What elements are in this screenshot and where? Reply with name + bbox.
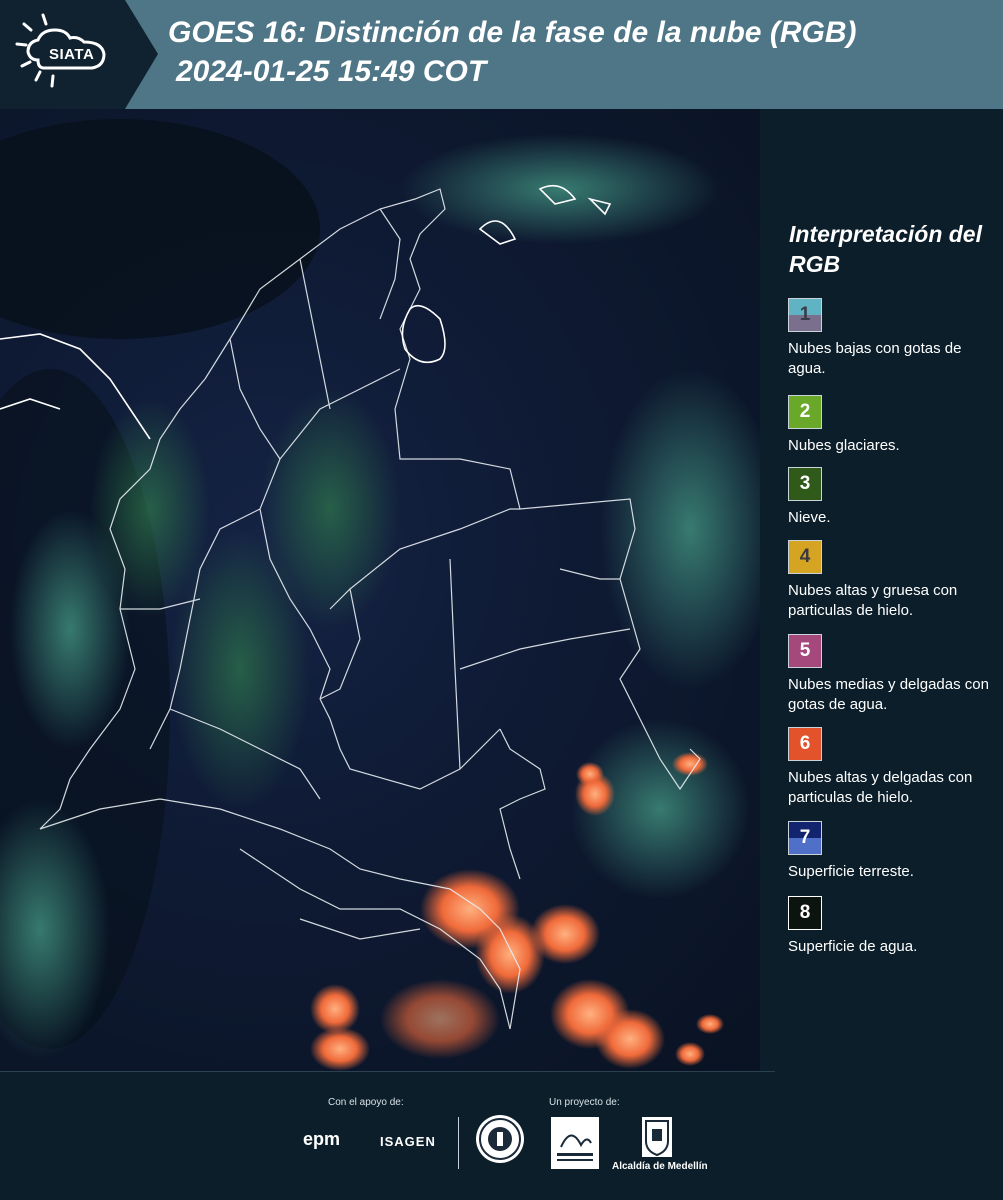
alcaldia-logo-text: Alcaldía de Medellín [612, 1161, 708, 1172]
satellite-map [0, 109, 760, 1071]
legend-number-4: 4 [799, 546, 811, 567]
legend-swatch-1: 1 [788, 298, 822, 332]
footer: Con el apoyo de: Un proyecto de: epm ISA… [0, 1071, 1003, 1200]
legend-label-6: Nubes altas y delgadas con particulas de… [788, 769, 973, 806]
legend-label-7: Superficie terreste. [788, 863, 914, 880]
legend-number-6: 6 [799, 733, 811, 754]
legend-swatch-8: 8 [788, 896, 822, 930]
area-metropolitana-logo [551, 1117, 599, 1169]
project-label: Un proyecto de: [549, 1097, 620, 1108]
legend-number-7: 7 [799, 827, 811, 848]
legend-panel: Interpretación del RGB 1 Nubes bajas con… [760, 109, 1003, 1071]
alcaldia-shield-icon [642, 1117, 672, 1157]
legend-label-8: Superficie de agua. [788, 938, 918, 955]
legend-item-3: 3 Nieve. [788, 467, 998, 528]
legend-label-2: Nubes glaciares. [788, 437, 900, 454]
page-timestamp: 2024-01-25 15:49 COT [176, 55, 487, 88]
logo-divider [458, 1117, 459, 1169]
map-graphic [0, 109, 760, 1071]
epm-logo: epm [303, 1129, 341, 1149]
legend-item-8: 8 Superficie de agua. [788, 896, 998, 957]
legend-item-1: 1 Nubes bajas con gotas de agua. [788, 298, 998, 379]
footer-divider [0, 1071, 775, 1072]
isagen-logo: ISAGEN [380, 1134, 436, 1149]
legend-item-6: 6 Nubes altas y delgadas con particulas … [788, 727, 998, 808]
legend-number-8: 8 [799, 902, 811, 923]
university-seal-logo [476, 1115, 524, 1163]
legend-label-4: Nubes altas y gruesa con particulas de h… [788, 582, 958, 619]
legend-number-1: 1 [799, 304, 811, 325]
legend-label-5: Nubes medias y delgadas con gotas de agu… [788, 676, 989, 713]
header-bar: SIATA GOES 16: Distinción de la fase de … [0, 0, 1003, 109]
legend-swatch-4: 4 [788, 540, 822, 574]
legend-swatch-6: 6 [788, 727, 822, 761]
legend-swatch-3: 3 [788, 467, 822, 501]
legend-label-3: Nieve. [788, 509, 831, 526]
legend-swatch-7: 7 [788, 821, 822, 855]
legend-title: Interpretación del RGB [789, 221, 982, 277]
legend-item-5: 5 Nubes medias y delgadas con gotas de a… [788, 634, 998, 715]
legend-number-5: 5 [799, 640, 811, 661]
legend-label-1: Nubes bajas con gotas de agua. [788, 340, 962, 377]
legend-item-2: 2 Nubes glaciares. [788, 395, 998, 456]
legend-item-7: 7 Superficie terreste. [788, 821, 998, 882]
siata-logo-text: SIATA [49, 46, 95, 63]
legend-number-3: 3 [799, 473, 811, 494]
legend-item-4: 4 Nubes altas y gruesa con particulas de… [788, 540, 998, 621]
legend-swatch-2: 2 [788, 395, 822, 429]
legend-number-2: 2 [799, 401, 811, 422]
support-label: Con el apoyo de: [328, 1097, 404, 1108]
legend-swatch-5: 5 [788, 634, 822, 668]
siata-logo: SIATA [0, 0, 160, 109]
page-title: GOES 16: Distinción de la fase de la nub… [168, 16, 857, 49]
